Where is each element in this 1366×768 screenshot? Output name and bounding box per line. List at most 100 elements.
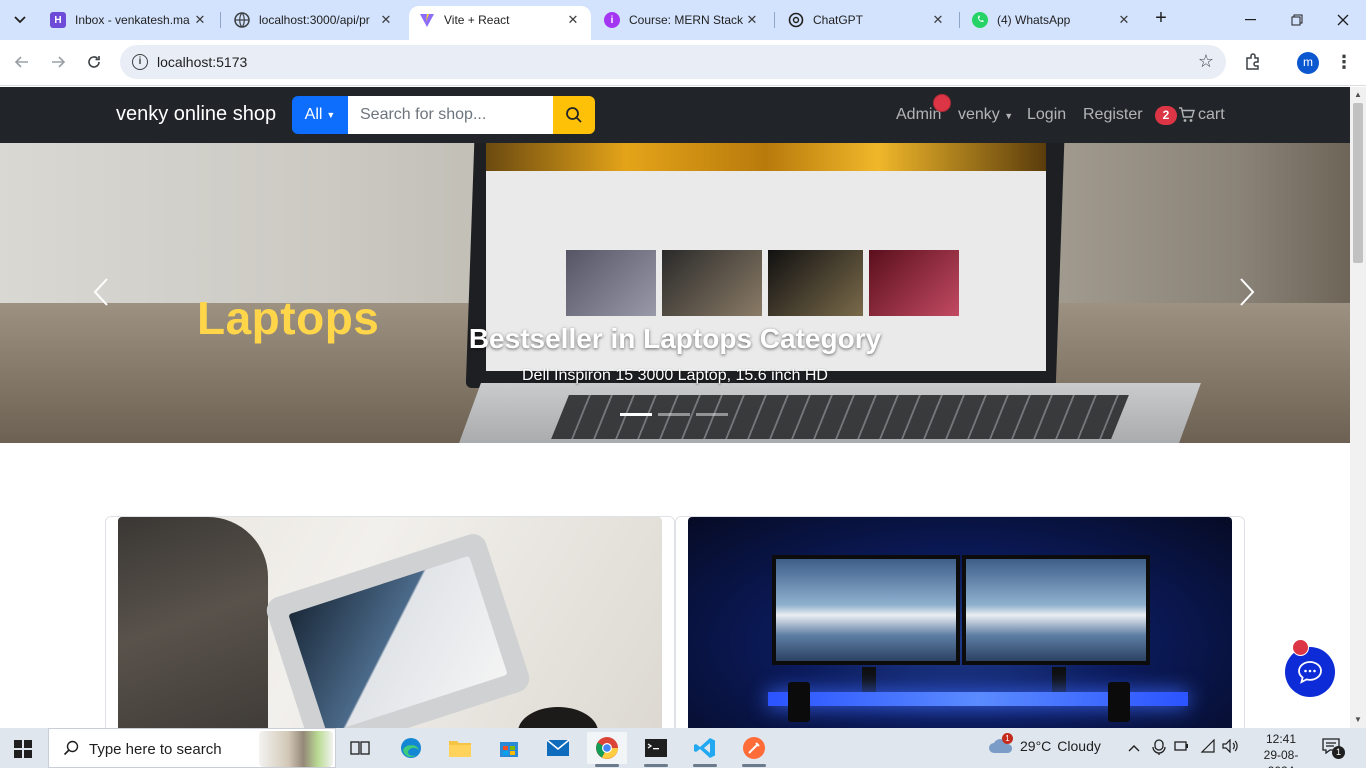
store-icon[interactable] [489, 732, 529, 764]
back-button[interactable] [10, 50, 34, 74]
carousel-next-button[interactable] [1232, 277, 1262, 307]
carousel-prev-button[interactable] [86, 277, 116, 307]
extensions-icon[interactable] [1243, 52, 1263, 72]
monitor-stand [862, 667, 876, 693]
product-card[interactable] [105, 516, 675, 728]
chevron-left-icon [93, 278, 108, 306]
tab-chatgpt[interactable]: ChatGPT ✕ [778, 6, 956, 34]
category-dropdown-button[interactable]: All ▼ [292, 96, 348, 134]
thumbnail [566, 250, 656, 316]
close-window-button[interactable] [1320, 0, 1366, 40]
nav-link-login[interactable]: Login [1027, 106, 1066, 124]
nav-dropdown-user[interactable]: venky ▼ [958, 106, 1013, 124]
windows-start-icon[interactable] [14, 740, 32, 758]
task-view-icon[interactable] [340, 732, 380, 764]
carousel-indicator[interactable] [620, 413, 652, 416]
carousel-indicator[interactable] [658, 413, 690, 416]
tab-whatsapp[interactable]: (4) WhatsApp ✕ [962, 6, 1142, 34]
mail-icon: H [50, 12, 66, 28]
vite-icon [419, 12, 435, 28]
search-input[interactable] [348, 96, 553, 134]
new-tab-button[interactable]: + [1150, 8, 1172, 30]
url-text[interactable]: localhost:5173 [157, 54, 247, 70]
volume-icon[interactable] [1222, 738, 1240, 756]
battery-plug-icon[interactable] [1174, 739, 1190, 756]
close-icon[interactable]: ✕ [378, 12, 394, 28]
minimize-button[interactable] [1228, 0, 1274, 40]
edge-icon[interactable] [391, 732, 431, 764]
scroll-up-arrow[interactable]: ▲ [1353, 90, 1363, 100]
speaker [788, 682, 810, 722]
clock-date: 29-08-2024 [1263, 748, 1299, 768]
tab-api[interactable]: localhost:3000/api/pr ✕ [224, 6, 404, 34]
caret-down-icon: ▼ [1004, 111, 1014, 121]
meet-now-icon[interactable] [1152, 739, 1166, 758]
chrome-icon[interactable] [587, 732, 627, 767]
thumbnail [662, 250, 762, 316]
browser-tab-strip: H Inbox - venkatesh.ma ✕ localhost:3000/… [0, 0, 1366, 40]
carousel-indicator[interactable] [696, 413, 728, 416]
system-clock[interactable]: 12:41 29-08-2024 [1256, 731, 1306, 768]
reload-button[interactable] [82, 50, 106, 74]
carousel-caption-title: Bestseller in Laptops Category [468, 323, 882, 354]
menu-kebab-icon[interactable]: ⋮ [1334, 51, 1354, 73]
taskbar-search-box[interactable]: Type here to search [48, 728, 336, 768]
tab-separator [959, 12, 960, 28]
postman-icon[interactable] [734, 732, 774, 767]
monitor-right [962, 555, 1150, 665]
tab-vite-react[interactable]: Vite + React ✕ [409, 6, 591, 40]
cart-icon[interactable] [1178, 107, 1195, 128]
tab-title: localhost:3000/api/pr [259, 13, 370, 27]
carousel-caption-subtitle: Dell Inspiron 15 3000 Laptop, 15.6 inch … [522, 367, 828, 384]
thumbnail [768, 250, 863, 316]
close-icon[interactable]: ✕ [1116, 12, 1132, 28]
tab-course[interactable]: i Course: MERN Stack ✕ [594, 6, 770, 34]
chat-widget-button[interactable] [1285, 647, 1335, 697]
web-page: venky online shop All ▼ Admin venky ▼ Lo… [0, 87, 1350, 728]
close-icon[interactable]: ✕ [744, 12, 760, 28]
nav-link-register[interactable]: Register [1083, 106, 1143, 124]
bookmark-star-icon[interactable]: ☆ [1198, 51, 1214, 72]
weather-widget[interactable]: 1 29°C Cloudy [988, 733, 1101, 755]
hero-carousel: Laptops Bestseller in Laptops Category D… [0, 143, 1350, 443]
weather-temp: 29°C [1020, 738, 1052, 754]
site-info-icon[interactable]: i [132, 54, 148, 70]
thumbnail [869, 250, 959, 316]
chevron-up-icon[interactable] [1128, 739, 1140, 755]
brand-logo[interactable]: venky online shop [116, 103, 276, 126]
weather-badge: 1 [1002, 733, 1013, 744]
chat-notification-dot [1292, 639, 1309, 656]
wifi-icon[interactable] [1200, 738, 1216, 756]
page-scrollbar[interactable]: ▲ ▼ [1350, 87, 1366, 728]
file-explorer-icon[interactable] [440, 732, 480, 764]
profile-avatar[interactable]: m [1297, 52, 1319, 74]
coffee-cup [518, 707, 598, 728]
flower-banner [486, 143, 1046, 171]
mail-icon[interactable] [538, 732, 578, 764]
product-card[interactable] [675, 516, 1245, 728]
close-icon[interactable]: ✕ [565, 12, 581, 28]
user-label: venky [958, 106, 1000, 123]
close-icon[interactable]: ✕ [930, 12, 946, 28]
monitor-stand [1052, 667, 1066, 693]
close-icon[interactable]: ✕ [192, 12, 208, 28]
search-button[interactable] [553, 96, 595, 134]
tab-separator [774, 12, 775, 28]
laptop-keyboard [551, 395, 1129, 439]
nav-link-cart[interactable]: cart [1198, 106, 1225, 124]
scrollbar-thumb[interactable] [1353, 103, 1363, 263]
forward-button[interactable] [46, 50, 70, 74]
notification-center-icon[interactable]: 1 [1322, 738, 1345, 760]
tab-search-icon[interactable] [8, 8, 32, 32]
search-group: All ▼ [292, 96, 595, 134]
restore-button[interactable] [1274, 0, 1320, 40]
tab-separator [220, 12, 221, 28]
globe-icon [234, 12, 250, 28]
tab-title: Vite + React [444, 13, 510, 27]
scroll-down-arrow[interactable]: ▼ [1353, 715, 1363, 725]
vscode-icon[interactable] [685, 732, 725, 767]
address-bar[interactable]: i localhost:5173 ☆ [120, 45, 1226, 79]
terminal-icon[interactable] [636, 732, 676, 767]
tab-inbox[interactable]: H Inbox - venkatesh.ma ✕ [40, 6, 218, 34]
tab-title: ChatGPT [813, 13, 864, 27]
